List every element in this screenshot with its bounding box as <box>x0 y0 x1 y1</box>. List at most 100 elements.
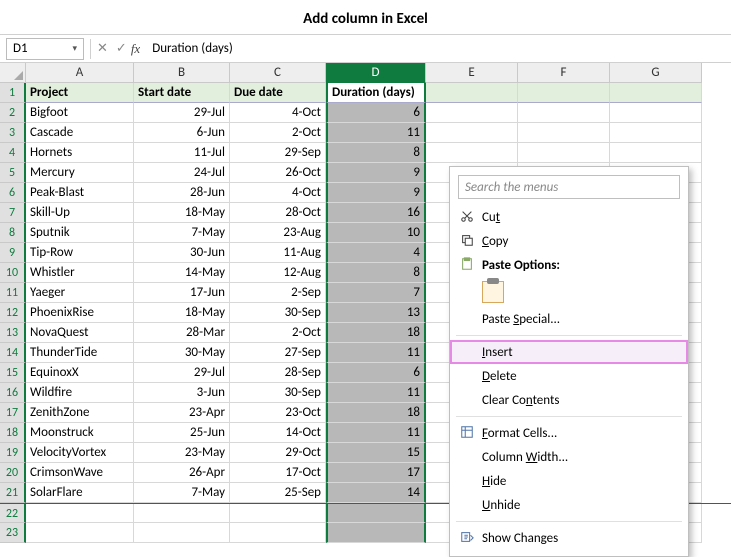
context-format-cells[interactable]: Format Cells... <box>450 421 688 445</box>
cell[interactable]: Yaeger <box>26 283 134 303</box>
cell[interactable]: 23-May <box>134 443 230 463</box>
cell[interactable]: Project <box>26 83 134 103</box>
cell[interactable]: ThunderTide <box>26 343 134 363</box>
cell[interactable] <box>26 504 134 523</box>
cell[interactable]: 18-May <box>134 303 230 323</box>
row-header[interactable]: 1 <box>0 83 26 103</box>
context-unhide[interactable]: Unhide <box>450 493 688 517</box>
cell[interactable]: 23-Aug <box>230 223 326 243</box>
cell[interactable]: 7-May <box>134 223 230 243</box>
cell[interactable]: 29-Jul <box>134 103 230 123</box>
row-header[interactable]: 4 <box>0 143 26 163</box>
cell[interactable]: ZenithZone <box>26 403 134 423</box>
cell[interactable]: 28-Sep <box>230 363 326 383</box>
context-column-width[interactable]: Column Width... <box>450 445 688 469</box>
chevron-down-icon[interactable]: ▾ <box>72 43 77 54</box>
cell[interactable]: 3-Jun <box>134 383 230 403</box>
cell[interactable]: 11-Aug <box>230 243 326 263</box>
cell[interactable]: Mercury <box>26 163 134 183</box>
cell[interactable]: 28-Oct <box>230 203 326 223</box>
row-header[interactable]: 14 <box>0 343 26 363</box>
column-header-F[interactable]: F <box>518 63 610 83</box>
cell[interactable] <box>26 523 134 543</box>
column-header-E[interactable]: E <box>426 63 518 83</box>
formula-bar[interactable]: Duration (days) <box>148 41 731 56</box>
row-header[interactable]: 5 <box>0 163 26 183</box>
cell[interactable] <box>134 504 230 523</box>
cell[interactable]: Tip-Row <box>26 243 134 263</box>
select-all-triangle[interactable] <box>0 63 26 83</box>
cell[interactable]: Whistler <box>26 263 134 283</box>
context-show-changes[interactable]: Show Changes <box>450 526 688 550</box>
cell[interactable]: Skill-Up <box>26 203 134 223</box>
context-paste-special[interactable]: Paste Special... <box>450 307 688 331</box>
cell[interactable] <box>610 83 702 103</box>
column-header-D[interactable]: D <box>326 63 426 83</box>
cell[interactable]: 29-Oct <box>230 443 326 463</box>
cell[interactable]: 2-Oct <box>230 123 326 143</box>
context-delete[interactable]: Delete <box>450 364 688 388</box>
row-header[interactable]: 7 <box>0 203 26 223</box>
cell[interactable]: 11 <box>326 343 426 363</box>
cell[interactable] <box>326 523 426 543</box>
cell[interactable]: 18-May <box>134 203 230 223</box>
cell[interactable]: 30-Sep <box>230 383 326 403</box>
row-header[interactable]: 8 <box>0 223 26 243</box>
cell[interactable]: 4-Oct <box>230 183 326 203</box>
cell[interactable] <box>518 83 610 103</box>
cell[interactable]: Start date <box>134 83 230 103</box>
row-header[interactable]: 11 <box>0 283 26 303</box>
row-header[interactable]: 22 <box>0 504 26 523</box>
cell[interactable]: 2-Oct <box>230 323 326 343</box>
cell[interactable]: Due date <box>230 83 326 103</box>
cell[interactable]: SolarFlare <box>26 483 134 503</box>
row-header[interactable]: 21 <box>0 483 26 503</box>
cell[interactable]: 12-Aug <box>230 263 326 283</box>
context-clear-contents[interactable]: Clear Contents <box>450 388 688 412</box>
cell[interactable]: 14-May <box>134 263 230 283</box>
context-search-input[interactable]: Search the menus <box>458 175 680 199</box>
cell[interactable]: 29-Jul <box>134 363 230 383</box>
cell[interactable]: 6 <box>326 363 426 383</box>
cell[interactable]: 30-Jun <box>134 243 230 263</box>
row-header[interactable]: 13 <box>0 323 26 343</box>
context-cut[interactable]: Cut <box>450 205 688 229</box>
cell[interactable]: 4 <box>326 243 426 263</box>
row-header[interactable]: 9 <box>0 243 26 263</box>
cell[interactable]: 25-Sep <box>230 483 326 503</box>
cell[interactable]: EquinoxX <box>26 363 134 383</box>
cell[interactable]: 30-May <box>134 343 230 363</box>
cell[interactable] <box>518 143 610 163</box>
row-header[interactable]: 19 <box>0 443 26 463</box>
row-header[interactable]: 6 <box>0 183 26 203</box>
cell[interactable]: 18 <box>326 403 426 423</box>
cell[interactable]: 7-May <box>134 483 230 503</box>
context-copy[interactable]: Copy <box>450 229 688 253</box>
cell[interactable]: 24-Jul <box>134 163 230 183</box>
cell[interactable]: 29-Sep <box>230 143 326 163</box>
column-header-G[interactable]: G <box>610 63 702 83</box>
cell[interactable]: 11 <box>326 423 426 443</box>
column-header-C[interactable]: C <box>230 63 326 83</box>
cell[interactable]: 14-Oct <box>230 423 326 443</box>
row-header[interactable]: 3 <box>0 123 26 143</box>
cell[interactable]: 28-Mar <box>134 323 230 343</box>
cell[interactable]: 26-Oct <box>230 163 326 183</box>
cell[interactable]: VelocityVortex <box>26 443 134 463</box>
cell[interactable]: 14 <box>326 483 426 503</box>
cell[interactable]: NovaQuest <box>26 323 134 343</box>
cell[interactable]: Moonstruck <box>26 423 134 443</box>
row-header[interactable]: 16 <box>0 383 26 403</box>
cell[interactable] <box>518 103 610 123</box>
cell[interactable] <box>426 123 518 143</box>
cell[interactable]: 17-Jun <box>134 283 230 303</box>
cell[interactable] <box>134 523 230 543</box>
cancel-formula-icon[interactable]: ✕ <box>97 41 108 56</box>
row-header[interactable]: 20 <box>0 463 26 483</box>
cell[interactable]: Sputnik <box>26 223 134 243</box>
cell[interactable]: 30-Sep <box>230 303 326 323</box>
cell[interactable]: 9 <box>326 163 426 183</box>
cell[interactable]: Hornets <box>26 143 134 163</box>
cell[interactable]: 11-Jul <box>134 143 230 163</box>
cell[interactable]: 8 <box>326 143 426 163</box>
